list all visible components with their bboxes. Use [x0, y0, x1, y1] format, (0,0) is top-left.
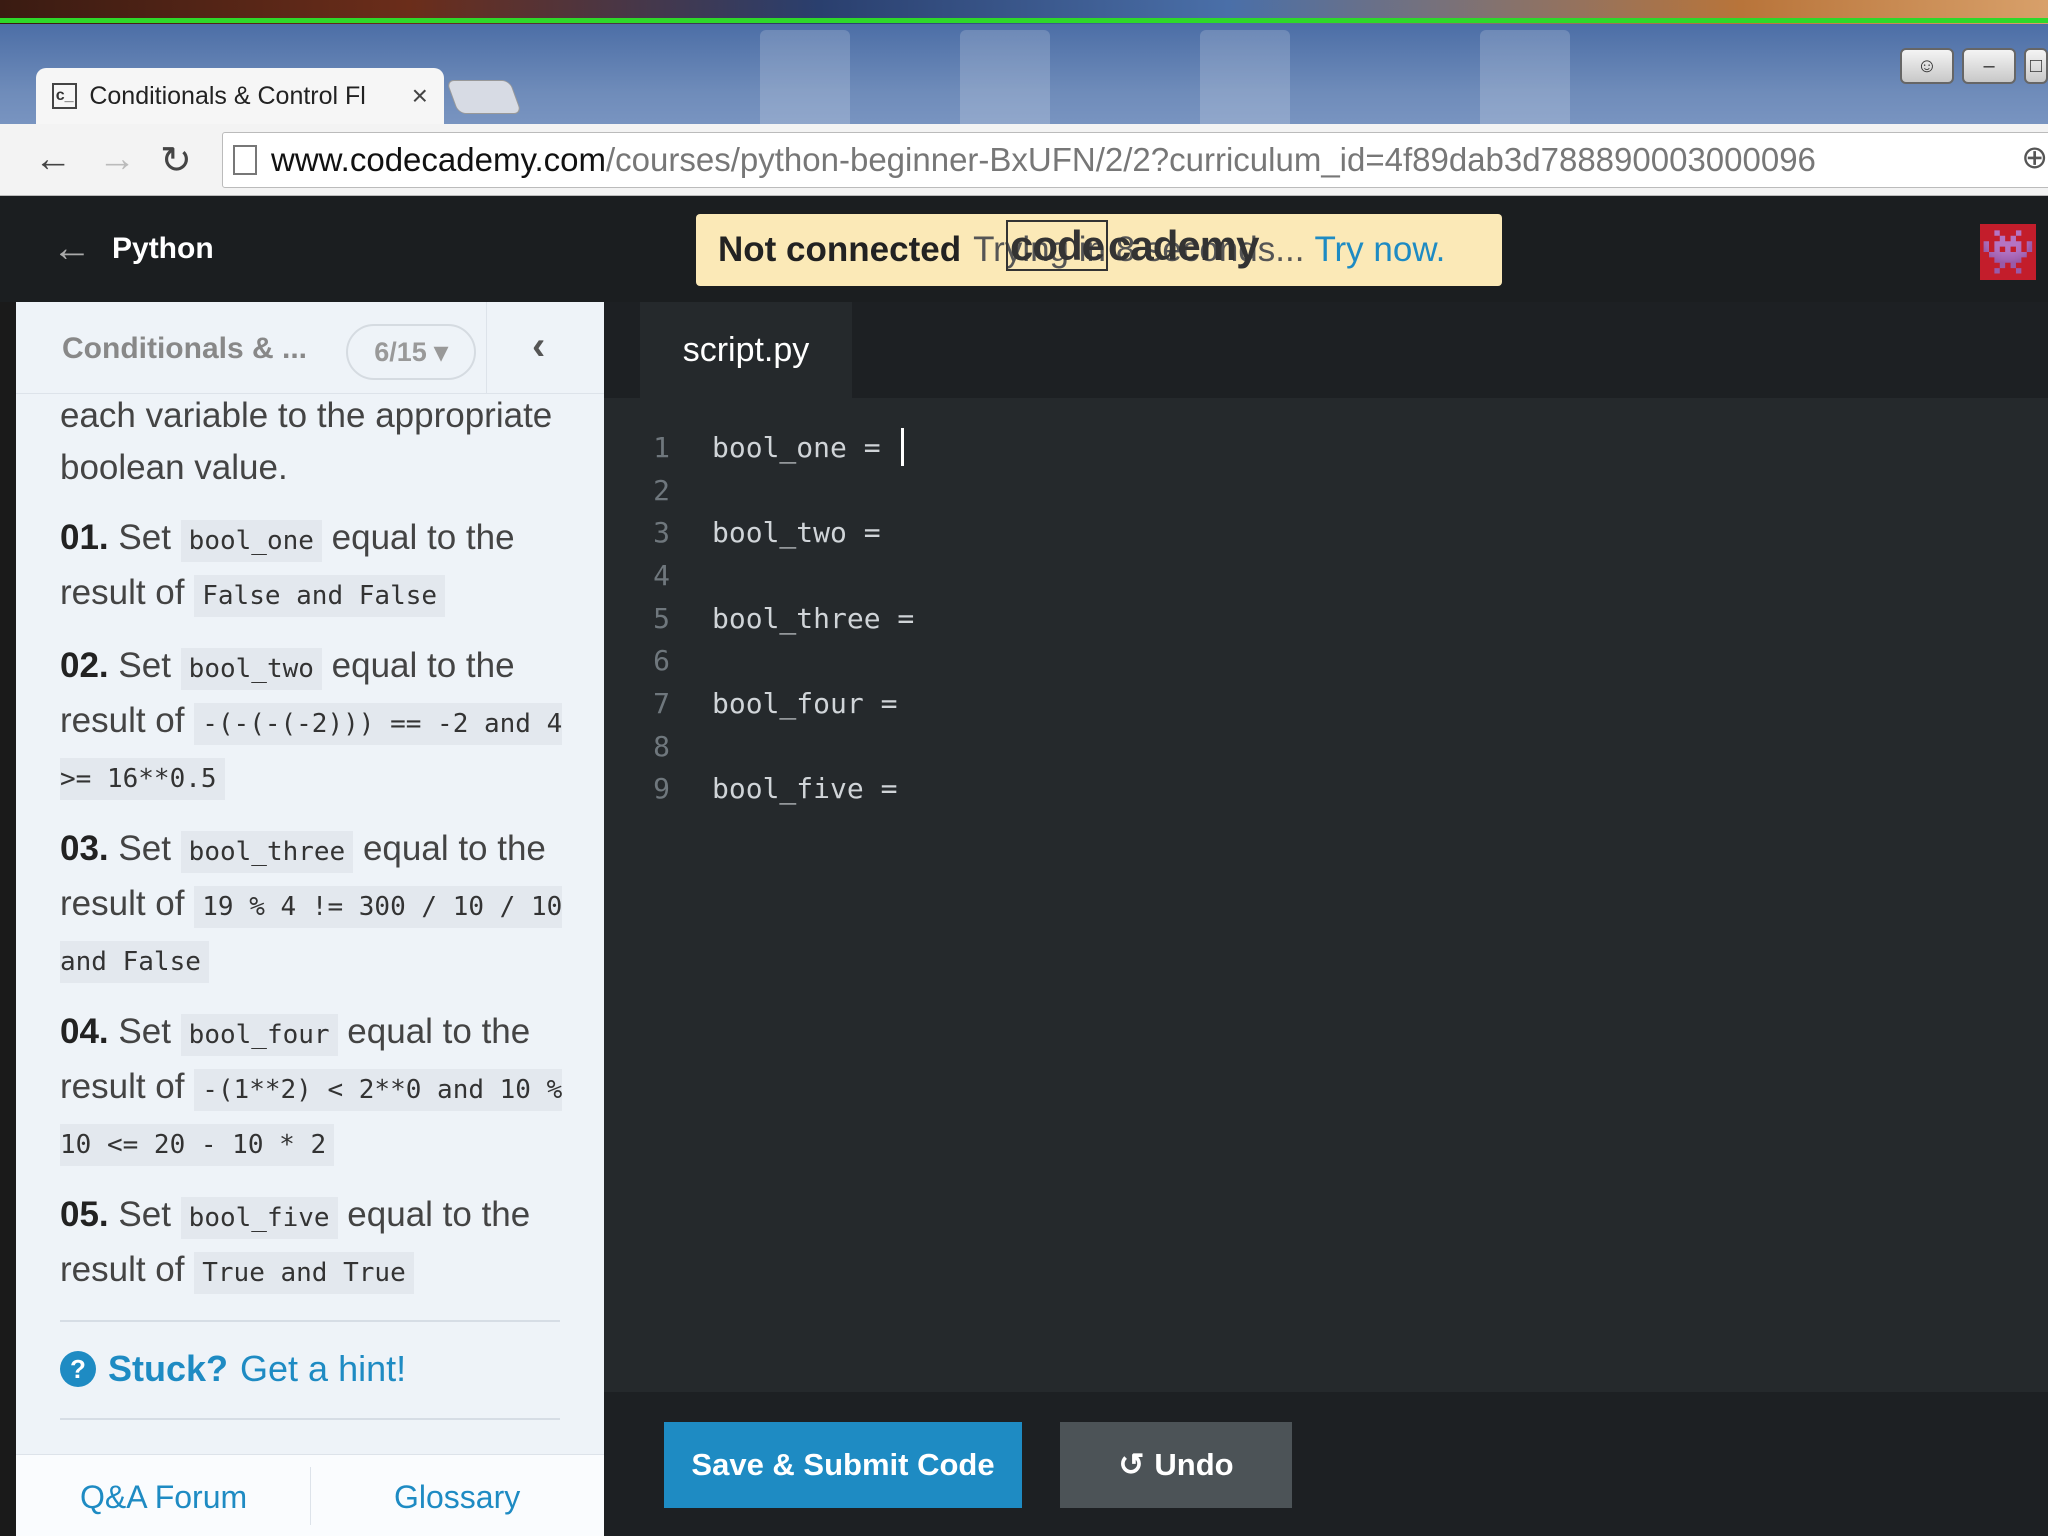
inline-code: bool_two — [180, 648, 322, 690]
line-number: 6 — [653, 644, 670, 678]
code-line[interactable]: 2 — [604, 469, 2048, 512]
code-line[interactable]: 8 — [604, 725, 2048, 768]
desktop-background — [0, 0, 2048, 26]
hint-link[interactable]: ? Stuck? Get a hint! — [60, 1348, 406, 1390]
help-circle-icon: ? — [60, 1351, 96, 1387]
lesson-title: Conditionals & ... — [62, 332, 307, 365]
background-decoration — [760, 30, 850, 134]
inline-code: bool_three — [180, 831, 354, 873]
reload-icon[interactable]: ↻ — [160, 138, 192, 183]
undo-button[interactable]: ↺ Undo — [1060, 1422, 1292, 1508]
inline-code: bool_one — [180, 520, 322, 562]
new-tab-button[interactable] — [445, 80, 523, 114]
back-arrow-icon[interactable]: ← — [52, 226, 92, 271]
code-line[interactable]: 1 bool_one = — [604, 426, 2048, 469]
back-arrow-icon[interactable]: ← — [34, 138, 72, 181]
instructions-intro: each variable to the appropriate boolean… — [60, 396, 553, 487]
avatar-icon[interactable]: 👾 — [1980, 224, 2036, 280]
inline-code: bool_five — [180, 1197, 338, 1239]
line-number: 2 — [653, 473, 670, 507]
hint-stuck-label: Stuck? — [108, 1348, 229, 1389]
lesson-header: Conditionals & ... 6/15 ▾ ‹ — [16, 302, 604, 394]
header-divider — [486, 302, 487, 394]
user-profile-icon[interactable]: ☺ — [1900, 48, 1954, 84]
code-line[interactable]: 5 bool_three = — [604, 597, 2048, 640]
line-number: 9 — [653, 772, 670, 806]
code-line[interactable]: 4 — [604, 554, 2048, 597]
code-line[interactable]: 3 bool_two = — [604, 511, 2048, 554]
browser-tab[interactable]: c_ Conditionals & Control Fl × — [36, 68, 444, 124]
code-line[interactable]: 7 bool_four = — [604, 682, 2048, 725]
instruction-step: 04. Set bool_four equal to the result of… — [60, 1006, 580, 1171]
glossary-link[interactable]: Glossary — [394, 1479, 520, 1516]
tab-title: Conditionals & Control Fl — [89, 81, 366, 110]
course-title[interactable]: Python — [112, 232, 214, 266]
lesson-progress-dropdown[interactable]: 6/15 ▾ — [346, 324, 476, 380]
background-decoration — [1480, 30, 1570, 134]
undo-icon: ↺ — [1118, 1447, 1145, 1482]
line-code[interactable]: bool_three = — [712, 602, 931, 635]
line-number: 5 — [653, 601, 670, 635]
line-number: 1 — [653, 430, 670, 464]
banner-status: Not connected — [718, 230, 962, 269]
forward-arrow-icon[interactable]: → — [98, 138, 136, 181]
page-icon — [233, 145, 257, 175]
code-line[interactable]: 9 bool_five = — [604, 768, 2048, 811]
url-domain: www.codecademy.com — [271, 141, 607, 178]
instruction-step: 05. Set bool_five equal to the result of… — [60, 1189, 580, 1299]
divider — [60, 1320, 560, 1322]
url-path: /courses/python-beginner-BxUFN/2/2?curri… — [606, 141, 1816, 178]
code-line[interactable]: 6 — [604, 639, 2048, 682]
app-header: ← Python Not connected Trying in 8 secon… — [0, 196, 2048, 302]
close-tab-icon[interactable]: × — [412, 80, 428, 112]
line-number: 3 — [653, 516, 670, 550]
codecademy-logo: codecademy — [1006, 220, 1259, 271]
background-decoration — [960, 30, 1050, 134]
minimize-button[interactable]: – — [1962, 48, 2016, 84]
line-number: 7 — [653, 686, 670, 720]
line-code[interactable]: bool_four = — [712, 687, 914, 720]
instruction-step: 01. Set bool_one equal to the result of … — [60, 512, 580, 622]
editor-tab-bar: script.py — [604, 302, 2048, 398]
instructions-body: each variable to the appropriate boolean… — [60, 390, 580, 1317]
get-hint-link[interactable]: Get a hint! — [240, 1348, 406, 1390]
save-submit-button[interactable]: Save & Submit Code — [664, 1422, 1022, 1508]
code-area[interactable]: 1 bool_one = 2 3 bool_two = 4 5 bool_three … — [604, 426, 2048, 810]
inline-code: False and False — [194, 575, 446, 617]
editor-footer: Save & Submit Code ↺ Undo — [604, 1392, 2048, 1536]
instructions-sidebar: Conditionals & ... 6/15 ▾ ‹ each variabl… — [16, 302, 604, 1536]
divider — [60, 1418, 560, 1420]
undo-label: Undo — [1154, 1447, 1234, 1482]
inline-code: bool_four — [180, 1014, 338, 1056]
address-bar[interactable]: www.codecademy.com/courses/python-beginn… — [222, 132, 2048, 188]
instruction-step: 03. Set bool_three equal to the result o… — [60, 823, 580, 988]
desktop-accent-line — [0, 18, 2048, 23]
chevron-left-icon[interactable]: ‹ — [532, 324, 545, 369]
text-cursor — [901, 428, 905, 467]
maximize-button[interactable]: □ — [2024, 48, 2048, 84]
footer-divider — [310, 1467, 311, 1525]
favicon-icon: c_ — [52, 83, 78, 109]
line-number: 8 — [653, 729, 670, 763]
line-code[interactable]: bool_five = — [712, 772, 914, 805]
background-decoration — [1200, 30, 1290, 134]
zoom-icon[interactable]: ⊕ — [2021, 138, 2048, 176]
browser-toolbar: ← → ↻ www.codecademy.com/courses/python-… — [0, 124, 2048, 196]
tab-script-py[interactable]: script.py — [640, 302, 852, 398]
sidebar-footer: Q&A Forum Glossary — [16, 1454, 604, 1536]
code-editor: script.py 1 bool_one = 2 3 bool_two = 4 5 b… — [604, 302, 2048, 1536]
line-code[interactable]: bool_two = — [712, 516, 897, 549]
try-now-link[interactable]: Try now. — [1314, 230, 1445, 270]
qa-forum-link[interactable]: Q&A Forum — [80, 1479, 247, 1516]
instruction-step: 02. Set bool_two equal to the result of … — [60, 640, 580, 805]
connection-banner: Not connected Trying in 8 seconds... Try… — [696, 214, 1502, 286]
line-number: 4 — [653, 558, 670, 592]
window-controls: ☺ – □ — [1900, 48, 2048, 84]
line-code[interactable]: bool_one = — [712, 431, 897, 464]
inline-code: True and True — [194, 1252, 414, 1294]
